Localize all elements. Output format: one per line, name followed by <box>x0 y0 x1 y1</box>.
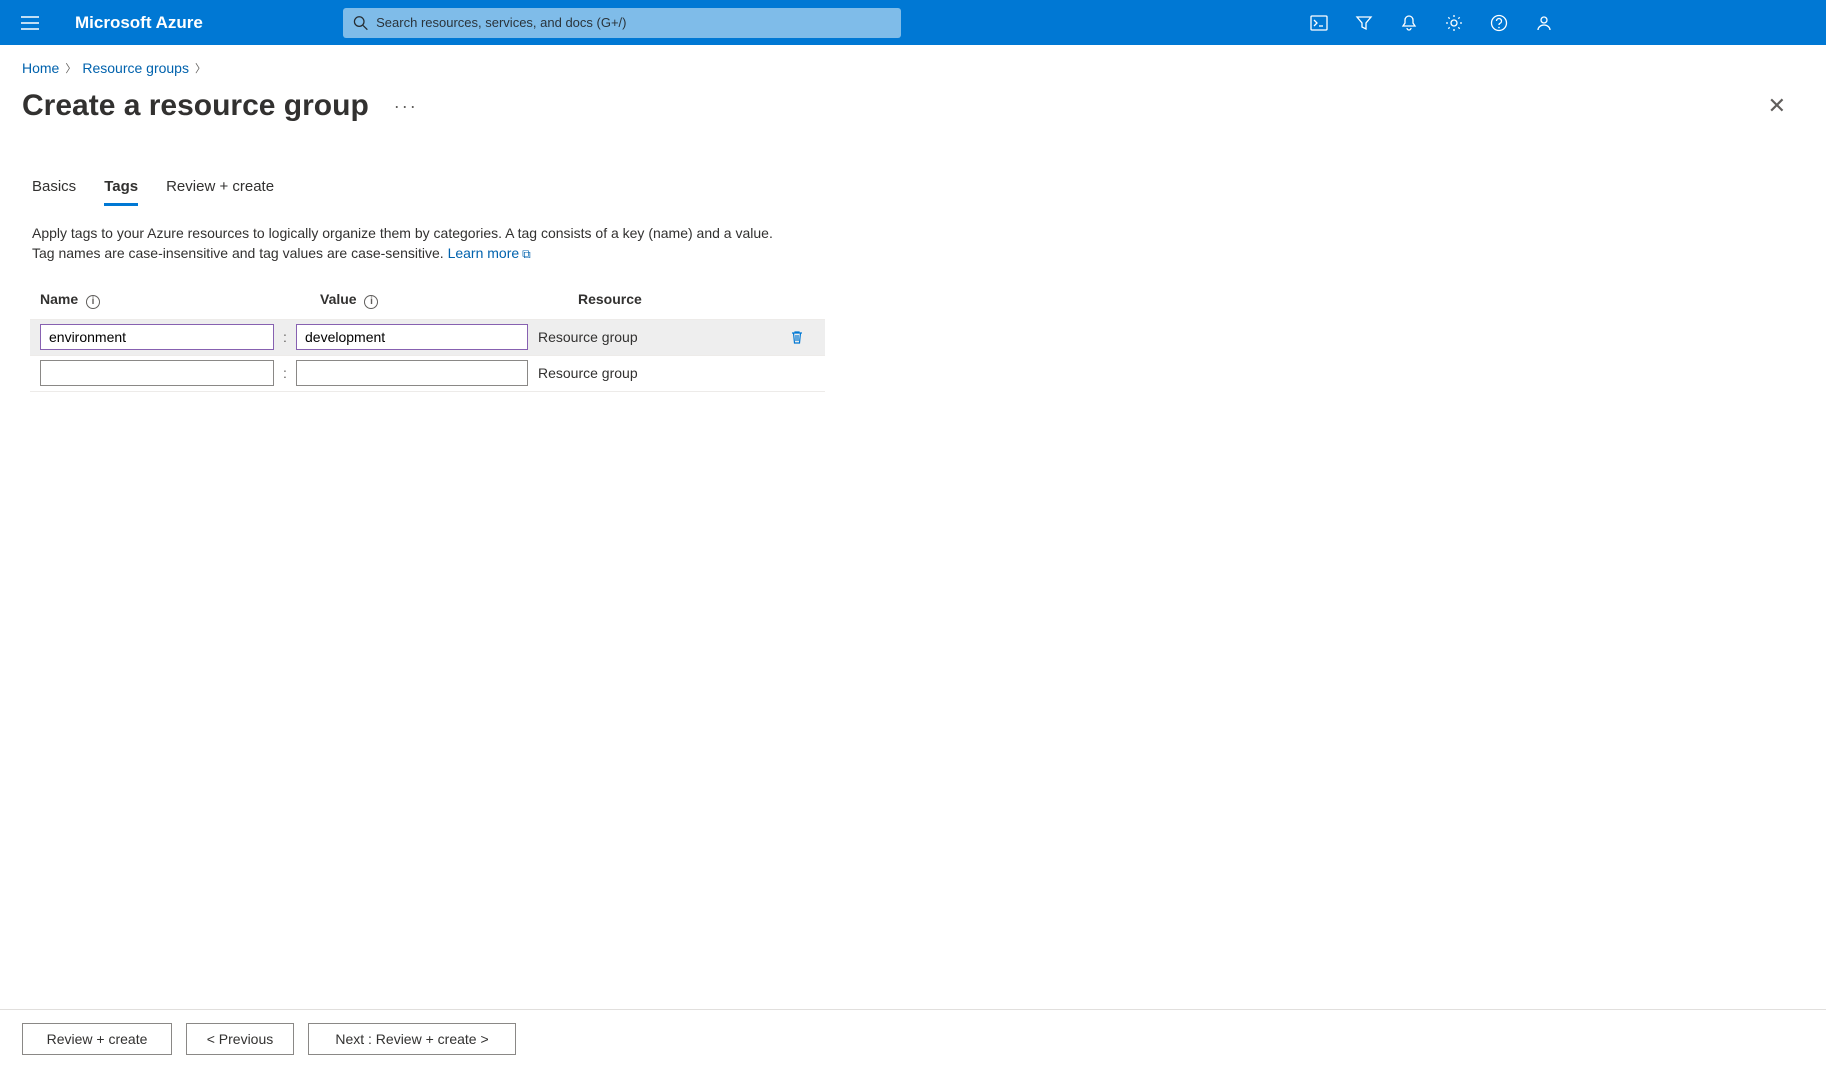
breadcrumb-home[interactable]: Home <box>22 60 59 76</box>
page-title: Create a resource group <box>22 89 369 123</box>
help-icon[interactable] <box>1476 0 1521 45</box>
cloud-shell-icon[interactable] <box>1296 0 1341 45</box>
blade-header: Create a resource group ··· ✕ <box>0 89 1826 123</box>
info-icon[interactable]: i <box>364 295 378 309</box>
brand-label: Microsoft Azure <box>75 13 203 33</box>
tag-name-input[interactable] <box>40 324 274 350</box>
description-text: Apply tags to your Azure resources to lo… <box>32 225 773 261</box>
settings-icon[interactable] <box>1431 0 1476 45</box>
tab-basics[interactable]: Basics <box>32 178 76 206</box>
tags-table-header: Name i Value i Resource <box>30 291 825 319</box>
tag-resource-label: Resource group <box>528 365 825 381</box>
column-value-header: Value <box>320 291 357 307</box>
topbar: Microsoft Azure <box>0 0 1826 45</box>
info-icon[interactable]: i <box>86 295 100 309</box>
learn-more-link[interactable]: Learn more⧉ <box>448 245 531 261</box>
chevron-right-icon: 〉 <box>65 60 76 76</box>
tag-row: : Resource group <box>30 319 825 355</box>
column-resource-header: Resource <box>578 291 642 307</box>
tab-review-create[interactable]: Review + create <box>166 178 274 206</box>
tab-tags[interactable]: Tags <box>104 178 138 206</box>
delete-tag-button[interactable] <box>789 329 805 345</box>
tag-row: : Resource group <box>30 355 825 391</box>
hamburger-menu[interactable] <box>10 3 50 43</box>
notifications-icon[interactable] <box>1386 0 1431 45</box>
directory-filter-icon[interactable] <box>1341 0 1386 45</box>
tags-table: Name i Value i Resource : Resource group… <box>30 291 825 392</box>
wizard-footer: Review + create < Previous Next : Review… <box>0 1009 1826 1067</box>
next-button[interactable]: Next : Review + create > <box>308 1023 516 1055</box>
tag-name-input[interactable] <box>40 360 274 386</box>
search-box[interactable] <box>343 8 901 38</box>
colon-separator: : <box>274 365 296 381</box>
feedback-icon[interactable] <box>1521 0 1566 45</box>
tabs: Basics Tags Review + create <box>0 178 1826 206</box>
breadcrumb-resource-groups[interactable]: Resource groups <box>82 60 189 76</box>
tag-resource-label: Resource group <box>528 329 789 345</box>
column-name-header: Name <box>40 291 78 307</box>
more-actions-button[interactable]: ··· <box>394 96 418 117</box>
review-create-button[interactable]: Review + create <box>22 1023 172 1055</box>
tags-description: Apply tags to your Azure resources to lo… <box>0 206 820 263</box>
chevron-right-icon: 〉 <box>195 60 206 76</box>
external-link-icon: ⧉ <box>522 247 531 261</box>
search-icon <box>353 15 368 31</box>
tag-value-input[interactable] <box>296 360 528 386</box>
tag-value-input[interactable] <box>296 324 528 350</box>
close-blade-button[interactable]: ✕ <box>1768 93 1786 119</box>
previous-button[interactable]: < Previous <box>186 1023 294 1055</box>
breadcrumb: Home 〉 Resource groups 〉 <box>0 45 1826 81</box>
search-input[interactable] <box>376 15 891 30</box>
colon-separator: : <box>274 329 296 345</box>
